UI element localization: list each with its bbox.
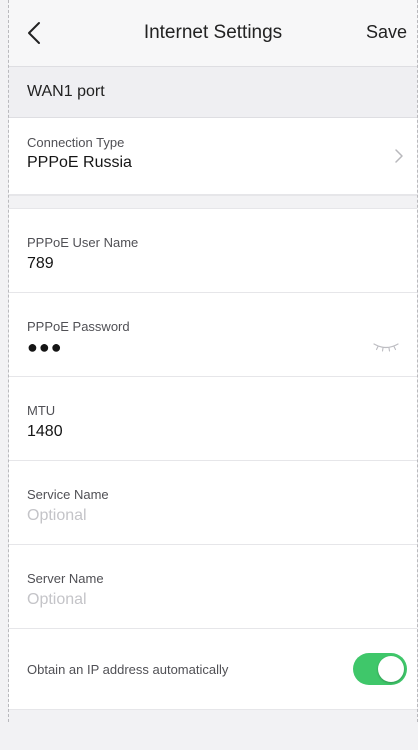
password-label: PPPoE Password: [27, 319, 130, 334]
back-button[interactable]: [21, 20, 47, 46]
password-row[interactable]: PPPoE Password ●●●: [9, 293, 417, 377]
server-name-row[interactable]: Server Name Optional: [9, 545, 417, 629]
service-name-row[interactable]: Service Name Optional: [9, 461, 417, 545]
mtu-label: MTU: [27, 403, 56, 418]
screen: Internet Settings Save WAN1 port Connect…: [8, 0, 418, 750]
server-name-label: Server Name: [27, 571, 104, 586]
obtain-ip-label: Obtain an IP address automatically: [27, 661, 229, 677]
section-divider: [9, 195, 417, 209]
chevron-left-icon: [28, 22, 40, 44]
toggle-knob: [378, 656, 404, 682]
obtain-ip-row: Obtain an IP address automatically: [9, 629, 417, 710]
connection-type-value: PPPoE Russia: [27, 154, 132, 171]
password-field[interactable]: ●●●: [27, 338, 63, 356]
server-name-field[interactable]: Optional: [27, 591, 87, 609]
bottom-spacer: [9, 710, 417, 750]
eye-closed-icon[interactable]: [373, 342, 399, 352]
username-label: PPPoE User Name: [27, 235, 139, 250]
mtu-field[interactable]: 1480: [27, 423, 63, 441]
nav-bar: Internet Settings Save: [9, 0, 417, 67]
connection-type-label: Connection Type: [27, 135, 125, 150]
obtain-ip-toggle[interactable]: [353, 653, 407, 685]
username-field[interactable]: 789: [27, 255, 54, 273]
save-button[interactable]: Save: [366, 22, 407, 43]
page-title: Internet Settings: [143, 22, 283, 43]
service-name-label: Service Name: [27, 487, 109, 502]
mtu-row[interactable]: MTU 1480: [9, 377, 417, 461]
service-name-field[interactable]: Optional: [27, 507, 87, 525]
username-row[interactable]: PPPoE User Name 789: [9, 209, 417, 293]
section-title: WAN1 port: [9, 67, 417, 118]
connection-type-row[interactable]: Connection Type PPPoE Russia: [9, 118, 417, 195]
chevron-right-icon: [395, 149, 403, 163]
